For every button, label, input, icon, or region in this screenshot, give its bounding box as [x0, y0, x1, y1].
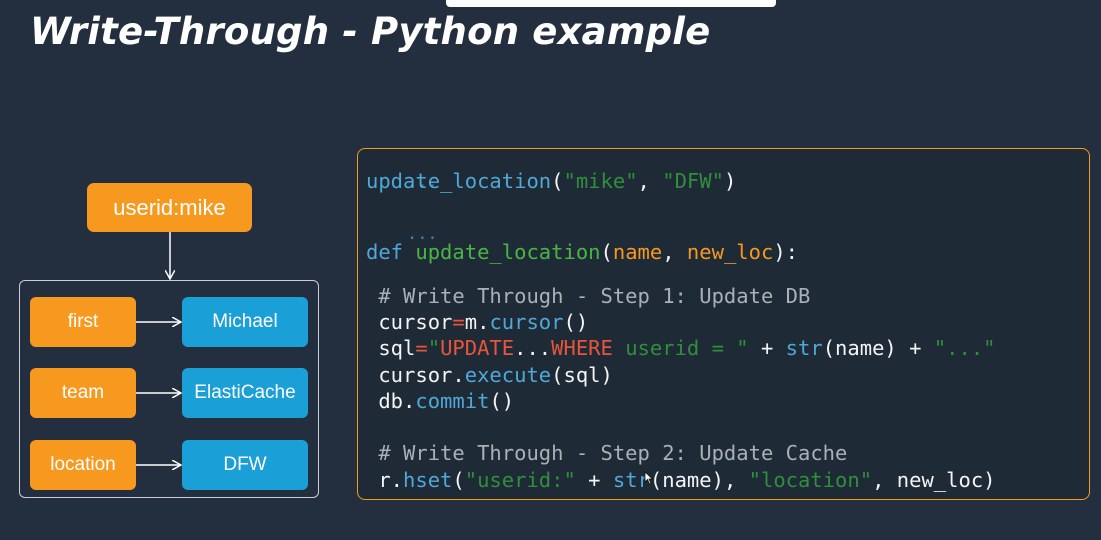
code-token: sql: [366, 336, 416, 360]
mouse-pointer-icon: [644, 471, 654, 485]
code-token: str: [785, 336, 823, 360]
code-token: +: [575, 468, 613, 492]
code-token: "mike": [563, 169, 638, 193]
field-first: first: [30, 297, 136, 347]
code-token: db.: [366, 389, 416, 413]
code-token: new_loc: [686, 240, 774, 264]
code-token: ,: [662, 240, 687, 264]
code-token: =: [452, 310, 465, 334]
code-comment: # Write Through - Step 1: Update DB: [366, 284, 811, 308]
code-token: (name): [822, 336, 897, 360]
code-token: (sql): [551, 363, 613, 387]
code-token: m.: [464, 310, 490, 334]
code-token: "location": [748, 468, 873, 492]
code-token: ):: [773, 240, 799, 264]
code-token: (: [551, 169, 564, 193]
code-line-comment-1: # Write Through - Step 1: Update DB: [366, 284, 810, 308]
code-token: (): [563, 310, 589, 334]
code-token: cursor: [366, 310, 453, 334]
code-line-commit: db.commit(): [366, 389, 514, 413]
code-token: =: [415, 336, 428, 360]
code-token: update_location: [366, 169, 552, 193]
code-line-def: def update_location(name, new_loc):: [366, 240, 798, 264]
code-token: execute: [464, 363, 552, 387]
code-token: cursor: [489, 310, 564, 334]
code-token: ): [723, 169, 737, 193]
code-line-hset: r.hset("userid:" + str(name), "location"…: [366, 468, 996, 492]
value-location: DFW: [182, 440, 308, 490]
value-first: Michael: [182, 297, 308, 347]
code-comment: # Write Through - Step 2: Update Cache: [366, 441, 848, 465]
code-token: +: [896, 336, 934, 360]
code-token: commit: [415, 389, 490, 413]
code-line-call: update_location("mike", "DFW"): [366, 169, 736, 193]
code-token: ...: [514, 336, 552, 360]
code-token: r.: [366, 468, 404, 492]
code-token: "...": [933, 336, 996, 360]
code-token: userid = ": [612, 336, 749, 360]
field-location: location: [30, 440, 136, 490]
code-token: (: [600, 240, 613, 264]
code-token: "DFW": [662, 169, 724, 193]
code-token: ,: [637, 169, 663, 193]
code-token: hset: [403, 468, 453, 492]
field-team: team: [30, 368, 136, 418]
code-token: , new_loc): [872, 468, 996, 492]
code-line-sql: sql="UPDATE...WHERE userid = " + str(nam…: [366, 336, 996, 360]
code-keyword: def: [366, 240, 404, 264]
code-token: (name),: [649, 468, 749, 492]
code-token: +: [748, 336, 786, 360]
code-token: "userid:": [464, 468, 576, 492]
value-team: ElastiCache: [182, 368, 308, 418]
code-line-comment-2: # Write Through - Step 2: Update Cache: [366, 441, 847, 465]
code-line-cursor: cursor=m.cursor(): [366, 310, 588, 334]
code-token: update_location: [403, 240, 601, 264]
code-line-execute: cursor.execute(sql): [366, 363, 613, 387]
code-panel: ... update_location("mike", "DFW") ... d…: [357, 148, 1090, 500]
code-token: (: [452, 468, 465, 492]
code-token: cursor.: [366, 363, 465, 387]
code-token: ": [427, 336, 441, 360]
code-token: WHERE: [551, 336, 613, 360]
code-token: name: [612, 240, 663, 264]
code-token: (): [489, 389, 515, 413]
code-token: UPDATE: [440, 336, 515, 360]
